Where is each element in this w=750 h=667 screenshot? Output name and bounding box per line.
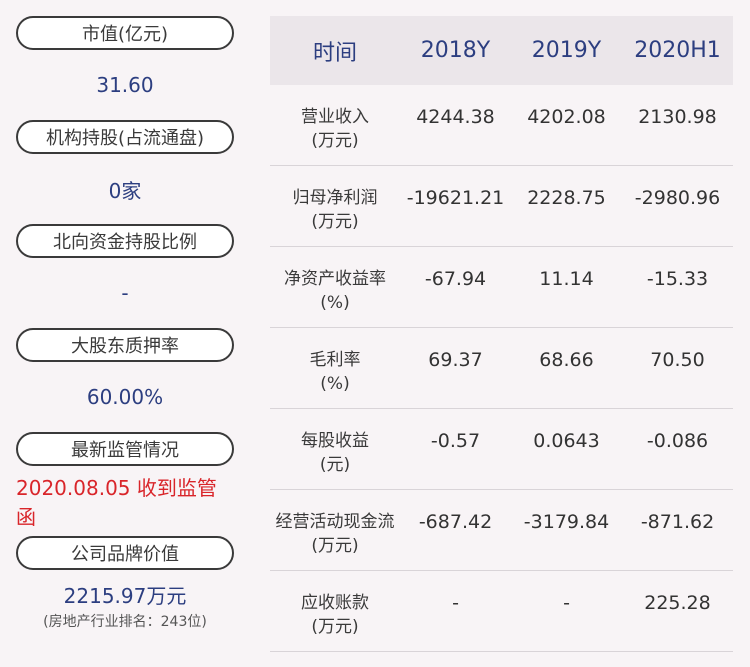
header-time: 时间 bbox=[312, 40, 357, 66]
table-row-gross-margin: 毛利率 (%) 69.37 68.66 70.50 bbox=[270, 328, 733, 409]
institutional-holding-label: 机构持股(占流通盘) bbox=[16, 120, 234, 154]
brand-value-label: 公司品牌价值 bbox=[16, 536, 234, 570]
cell-2019y: - bbox=[563, 592, 570, 614]
pledge-ratio-label: 大股东质押率 bbox=[16, 328, 234, 362]
row-label: 经营活动现金流 (万元) bbox=[270, 490, 400, 558]
cell-2019y: 68.66 bbox=[539, 349, 594, 371]
cell-2019y: -3179.84 bbox=[523, 511, 610, 533]
regulatory-status-label: 最新监管情况 bbox=[16, 432, 234, 466]
cell-2020h1: 70.50 bbox=[650, 349, 705, 371]
row-name: 应收账款 bbox=[301, 593, 369, 613]
cell-2019y: 4202.08 bbox=[527, 106, 606, 128]
cell-2018y: -0.57 bbox=[430, 430, 481, 452]
cell-2020h1: -871.62 bbox=[640, 511, 715, 533]
northbound-ratio-text: - bbox=[121, 281, 129, 305]
northbound-ratio-label: 北向资金持股比例 bbox=[16, 224, 234, 258]
table-header: 时间 2018Y 2019Y 2020H1 bbox=[270, 16, 733, 85]
regulatory-status-value: 2020.08.05 收到监管函 bbox=[16, 466, 234, 536]
brand-value-value: 2215.97万元 (房地产行业排名：243位) bbox=[16, 570, 234, 640]
cell-2020h1: -0.086 bbox=[646, 430, 709, 452]
table-row-operating-cashflow: 经营活动现金流 (万元) -687.42 -3179.84 -871.62 bbox=[270, 490, 733, 571]
table-row-net-profit: 归母净利润 (万元) -19621.21 2228.75 -2980.96 bbox=[270, 166, 733, 247]
header-2019y: 2019Y bbox=[531, 38, 602, 63]
row-unit: (%) bbox=[320, 293, 350, 313]
row-label: 归母净利润 (万元) bbox=[270, 166, 400, 234]
row-unit: (万元) bbox=[311, 536, 359, 556]
institutional-holding-value: 0家 bbox=[16, 154, 234, 224]
row-name: 经营活动现金流 bbox=[275, 512, 395, 532]
row-label: 毛利率 (%) bbox=[270, 328, 400, 396]
row-name: 营业收入 bbox=[301, 107, 369, 127]
regulatory-status-text: 2020.08.05 收到监管函 bbox=[16, 476, 217, 529]
header-2020h1: 2020H1 bbox=[634, 38, 721, 63]
row-name: 归母净利润 bbox=[292, 188, 378, 208]
market-cap-label: 市值(亿元) bbox=[16, 16, 234, 50]
row-unit: (元) bbox=[319, 455, 351, 475]
table-row-roe: 净资产收益率 (%) -67.94 11.14 -15.33 bbox=[270, 247, 733, 328]
table-row-eps: 每股收益 (元) -0.57 0.0643 -0.086 bbox=[270, 409, 733, 490]
row-unit: (万元) bbox=[311, 131, 359, 151]
market-cap-text: 31.60 bbox=[96, 73, 154, 97]
row-name: 每股收益 bbox=[301, 431, 369, 451]
market-cap-value: 31.60 bbox=[16, 50, 234, 120]
cell-2018y: -67.94 bbox=[424, 268, 487, 290]
brand-value-text: 2215.97万元 bbox=[63, 583, 187, 608]
table-row-revenue: 营业收入 (万元) 4244.38 4202.08 2130.98 bbox=[270, 85, 733, 166]
brand-rank-text: (房地产行业排名：243位) bbox=[43, 613, 207, 630]
cell-2020h1: 225.28 bbox=[644, 592, 711, 614]
row-unit: (万元) bbox=[311, 212, 359, 232]
table-row-receivables: 应收账款 (万元) - - 225.28 bbox=[270, 571, 733, 652]
row-label: 应收账款 (万元) bbox=[270, 571, 400, 639]
cell-2018y: -19621.21 bbox=[406, 187, 505, 209]
row-name: 净资产收益率 bbox=[284, 269, 386, 289]
stock-summary-panel: 市值(亿元) 31.60 机构持股(占流通盘) 0家 北向资金持股比例 - 大股… bbox=[16, 16, 234, 640]
cell-2018y: -687.42 bbox=[418, 511, 493, 533]
cell-2018y: 4244.38 bbox=[416, 106, 495, 128]
cell-2018y: 69.37 bbox=[428, 349, 483, 371]
header-2018y: 2018Y bbox=[420, 38, 491, 63]
row-label: 每股收益 (元) bbox=[270, 409, 400, 477]
row-label: 净资产收益率 (%) bbox=[270, 247, 400, 315]
cell-2019y: 0.0643 bbox=[533, 430, 600, 452]
cell-2020h1: -2980.96 bbox=[634, 187, 721, 209]
cell-2018y: - bbox=[452, 592, 459, 614]
cell-2020h1: 2130.98 bbox=[638, 106, 717, 128]
row-name: 毛利率 bbox=[309, 350, 361, 370]
row-unit: (万元) bbox=[311, 617, 359, 637]
cell-2019y: 11.14 bbox=[539, 268, 594, 290]
row-unit: (%) bbox=[320, 374, 350, 394]
cell-2019y: 2228.75 bbox=[527, 187, 606, 209]
institutional-holding-text: 0家 bbox=[108, 178, 142, 203]
cell-2020h1: -15.33 bbox=[646, 268, 709, 290]
northbound-ratio-value: - bbox=[16, 258, 234, 328]
financials-table: 时间 2018Y 2019Y 2020H1 营业收入 (万元) 4244.38 4… bbox=[270, 16, 733, 652]
pledge-ratio-text: 60.00% bbox=[86, 385, 164, 409]
pledge-ratio-value: 60.00% bbox=[16, 362, 234, 432]
row-label: 营业收入 (万元) bbox=[270, 85, 400, 153]
